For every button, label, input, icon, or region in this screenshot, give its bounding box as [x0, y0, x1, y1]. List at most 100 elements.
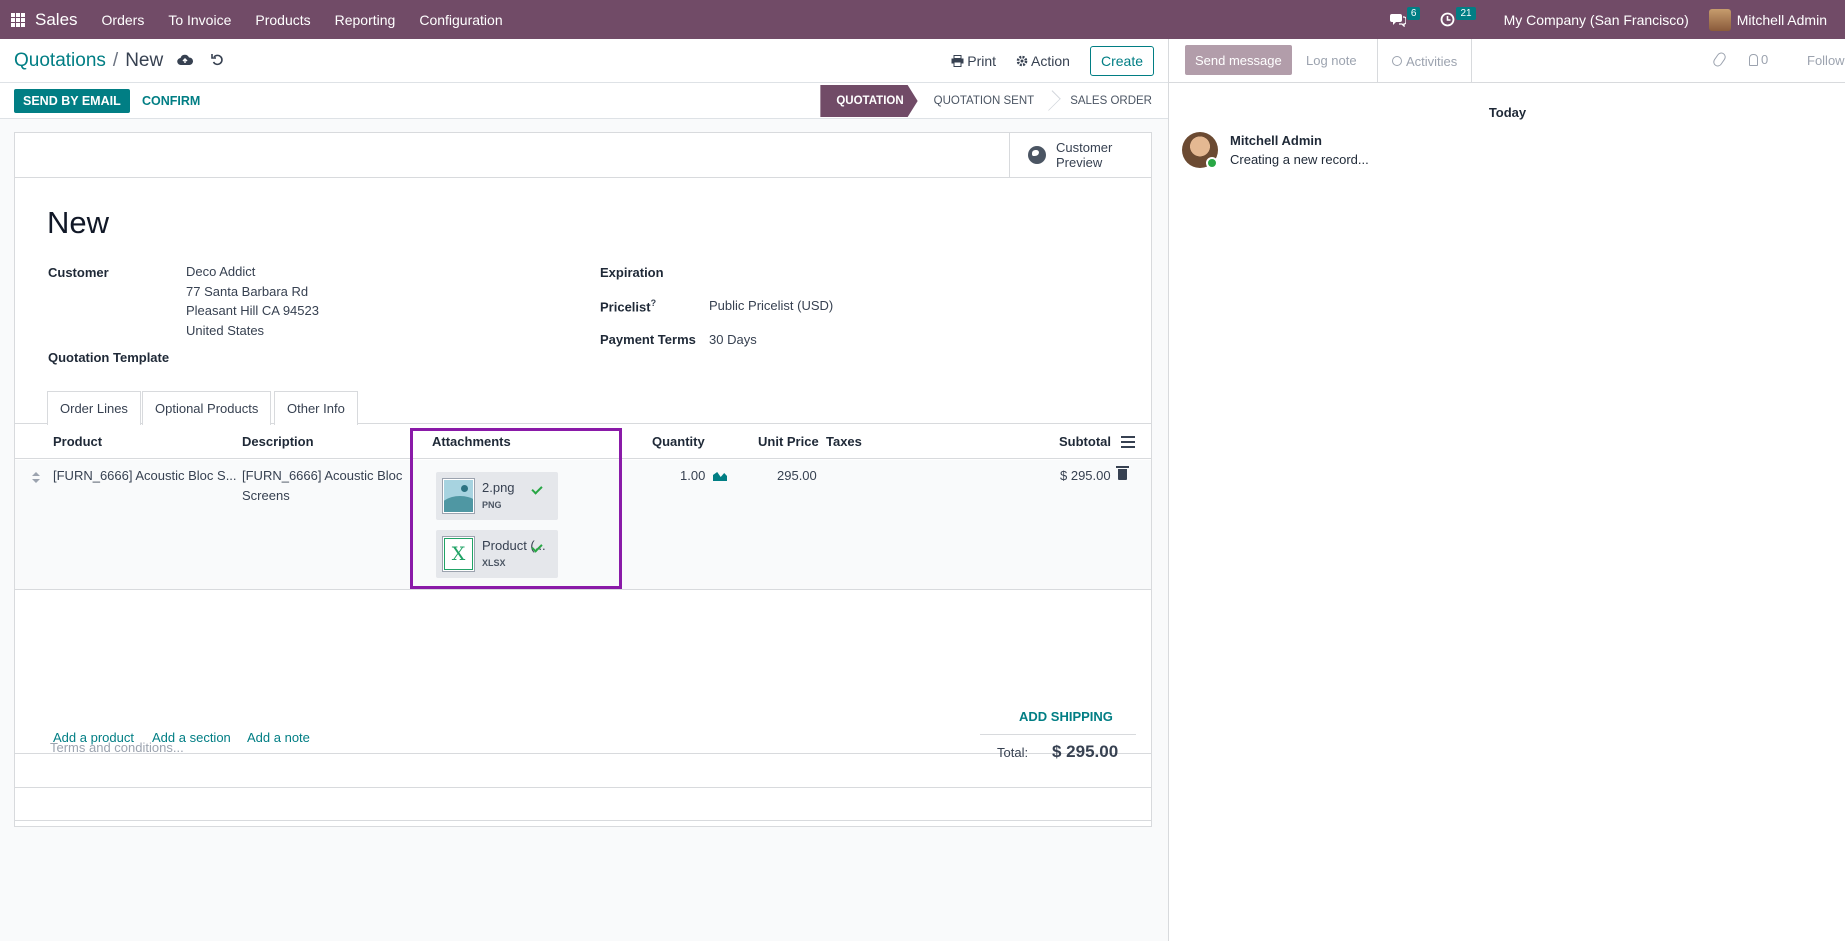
message-author[interactable]: Mitchell Admin — [1230, 133, 1322, 148]
chatter-panel: Send message Log note Activities 0 Follo… — [1168, 39, 1845, 941]
stage-quotation[interactable]: QUOTATION — [820, 85, 917, 117]
notebook-tabs: Order Lines Optional Products Other Info — [15, 391, 1151, 425]
app-brand[interactable]: Sales — [35, 10, 78, 30]
button-box: Customer Preview — [15, 133, 1151, 178]
total-amount: $ 295.00 — [1052, 742, 1119, 761]
activities-button[interactable]: Activities — [1377, 39, 1473, 83]
follow-button[interactable]: Follow — [1807, 53, 1845, 68]
customer-address-line3: United States — [186, 322, 265, 338]
globe-icon — [1028, 146, 1046, 164]
attachment-extension: XLSX — [482, 558, 506, 568]
column-description[interactable]: Description — [242, 434, 314, 449]
activities-menu[interactable]: 21 — [1440, 7, 1476, 27]
clock-icon — [1392, 56, 1402, 66]
tab-optional-products[interactable]: Optional Products — [142, 391, 272, 425]
payment-terms-field[interactable]: 30 Days — [709, 330, 757, 350]
nav-orders[interactable]: Orders — [102, 12, 145, 28]
breadcrumb-separator: / — [112, 50, 119, 71]
form-sheet: Customer Preview New Customer Deco Addic… — [14, 132, 1152, 827]
confirm-button[interactable]: CONFIRM — [142, 89, 200, 113]
breadcrumb-quotations[interactable]: Quotations — [14, 50, 106, 72]
drag-handle-icon[interactable] — [32, 472, 40, 484]
save-cloud-icon[interactable] — [177, 53, 194, 69]
status-bar: SEND BY EMAIL CONFIRM QUOTATION QUOTATIO… — [0, 83, 1168, 119]
column-attachments[interactable]: Attachments — [432, 434, 511, 449]
pricelist-label: Pricelist? — [600, 298, 657, 315]
customer-address-line1: 77 Santa Barbara Rd — [186, 283, 309, 299]
log-note-button[interactable]: Log note — [1306, 53, 1357, 68]
action-button[interactable]: Action — [1016, 53, 1070, 69]
column-taxes[interactable]: Taxes — [826, 434, 862, 449]
column-quantity[interactable]: Quantity — [652, 434, 705, 449]
column-unit-price[interactable]: Unit Price — [758, 434, 819, 449]
stage-quotation-sent[interactable]: QUOTATION SENT — [918, 85, 1047, 117]
customer-name: Deco Addict — [186, 264, 256, 279]
company-switcher[interactable]: My Company (San Francisco) — [1504, 12, 1689, 28]
pricelist-help-icon[interactable]: ? — [651, 298, 657, 308]
create-button[interactable]: Create — [1089, 46, 1154, 76]
messages-menu[interactable]: 6 — [1389, 7, 1421, 27]
row-description[interactable]: [FURN_6666] Acoustic Bloc Screens — [242, 466, 402, 505]
table-row[interactable]: [FURN_6666] Acoustic Bloc S... [FURN_666… — [15, 460, 1151, 590]
customer-preview-line1: Customer — [1056, 140, 1113, 155]
forecast-chart-icon[interactable] — [713, 469, 727, 481]
check-icon — [531, 483, 543, 495]
followers-button[interactable]: 0 — [1749, 52, 1768, 67]
clock-icon — [1441, 12, 1455, 27]
attachment-card-png[interactable]: 2.png PNG — [436, 472, 558, 520]
control-panel: Quotations / New Print Action Create — [0, 39, 1168, 83]
print-button[interactable]: Print — [951, 53, 996, 69]
customer-preview-line2: Preview — [1056, 155, 1103, 170]
activities-badge: 21 — [1456, 7, 1476, 20]
optional-columns-icon[interactable] — [1121, 436, 1135, 448]
status-stages: QUOTATION QUOTATION SENT SALES ORDER — [820, 85, 1152, 117]
breadcrumb: Quotations / New — [14, 50, 224, 72]
column-subtotal[interactable]: Subtotal — [1059, 434, 1111, 449]
pricelist-field[interactable]: Public Pricelist (USD) — [709, 296, 833, 316]
paperclip-icon[interactable] — [1711, 50, 1728, 69]
tab-other-info[interactable]: Other Info — [274, 391, 358, 425]
date-separator: Today — [1488, 105, 1527, 120]
add-line-controls: Add a product Add a section Add a note — [15, 722, 1151, 754]
order-lines-header: Product Description Attachments Quantity… — [15, 424, 1151, 459]
printer-icon — [951, 55, 964, 67]
empty-row — [15, 755, 1151, 788]
breadcrumb-current: New — [125, 50, 164, 71]
add-note-link[interactable]: Add a note — [247, 730, 310, 745]
top-navbar: Sales Orders To Invoice Products Reporti… — [0, 0, 1845, 39]
chat-bubble-icon — [1389, 13, 1406, 27]
spreadsheet-file-icon: X — [444, 538, 473, 570]
tab-order-lines[interactable]: Order Lines — [47, 391, 141, 425]
customer-preview-button[interactable]: Customer Preview — [1009, 133, 1151, 177]
send-by-email-button[interactable]: SEND BY EMAIL — [14, 89, 130, 113]
action-label: Action — [1031, 53, 1070, 69]
nav-to-invoice[interactable]: To Invoice — [168, 12, 231, 28]
terms-conditions-field[interactable]: Terms and conditions... — [50, 740, 184, 755]
nav-products[interactable]: Products — [255, 12, 310, 28]
row-subtotal: $ 295.00 — [1060, 468, 1111, 483]
user-avatar — [1708, 8, 1731, 31]
attachment-card-xlsx[interactable]: X Product (... XLSX — [436, 530, 558, 578]
send-message-button[interactable]: Send message — [1185, 45, 1292, 75]
attachment-name: 2.png — [482, 480, 515, 495]
nav-reporting[interactable]: Reporting — [335, 12, 396, 28]
add-shipping-button[interactable]: ADD SHIPPING — [1019, 709, 1113, 724]
row-unit-price[interactable]: 295.00 — [777, 466, 817, 486]
empty-row — [15, 788, 1151, 821]
customer-field[interactable]: Deco Addict 77 Santa Barbara Rd Pleasant… — [186, 262, 319, 340]
stage-sales-order[interactable]: SALES ORDER — [1056, 85, 1152, 117]
trash-icon[interactable] — [1116, 466, 1129, 480]
row-product[interactable]: [FURN_6666] Acoustic Bloc S... — [53, 466, 237, 486]
message-body: Creating a new record... — [1230, 152, 1369, 167]
column-product[interactable]: Product — [53, 434, 102, 449]
followers-count: 0 — [1761, 52, 1769, 67]
row-quantity[interactable]: 1.00 — [680, 466, 705, 486]
total-label: Total: — [997, 745, 1029, 760]
nav-configuration[interactable]: Configuration — [419, 12, 502, 28]
user-menu[interactable]: Mitchell Admin — [1708, 8, 1827, 31]
chatter-topbar: Send message Log note Activities 0 Follo… — [1169, 39, 1845, 83]
apps-menu-icon[interactable] — [11, 12, 25, 27]
activities-label: Activities — [1406, 53, 1458, 69]
expiration-label: Expiration — [600, 265, 664, 280]
discard-undo-icon[interactable] — [211, 53, 224, 69]
